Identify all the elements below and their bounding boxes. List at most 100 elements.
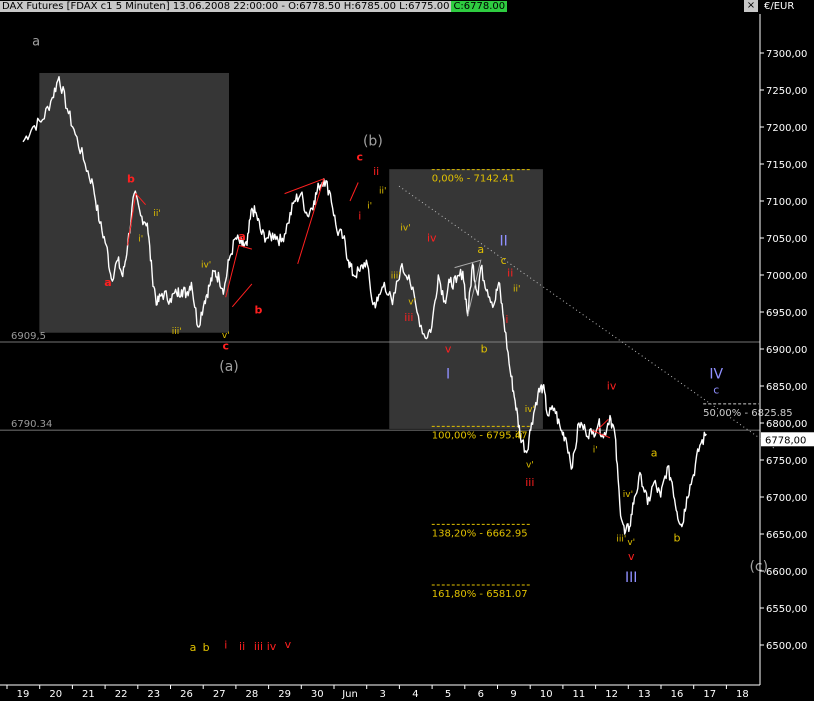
x-tick-label-3: 22 xyxy=(115,689,128,700)
wave-label-11: c xyxy=(222,340,229,353)
wave-label-19: iv' xyxy=(400,224,410,234)
wave-label-52: iii xyxy=(254,640,263,653)
wave-label-46: IV xyxy=(709,367,723,383)
y-tick-label-15: 6550,00 xyxy=(766,604,807,615)
wave-label-44: a xyxy=(651,446,658,459)
x-tick-label-13: 5 xyxy=(445,689,451,700)
wave-label-40: iii' xyxy=(616,534,626,544)
header-close-value: C:6778.00 xyxy=(451,1,508,12)
x-tick-label-8: 29 xyxy=(278,689,291,700)
x-tick-label-16: 10 xyxy=(540,689,553,700)
wave-label-32: i xyxy=(505,313,508,326)
y-tick-label-6: 7000,00 xyxy=(766,271,807,282)
y-tick-label-12: 6700,00 xyxy=(766,493,807,504)
level-label-0: 6909,5 xyxy=(11,331,46,342)
x-tick-label-0: 19 xyxy=(17,689,30,700)
wave-label-18: i xyxy=(358,210,361,223)
fib-label-1: 100,00% - 6795.47 xyxy=(432,430,528,441)
y-tick-label-5: 7050,00 xyxy=(766,234,807,245)
wave-label-31: ii' xyxy=(513,284,520,294)
x-tick-label-19: 13 xyxy=(638,689,651,700)
wave-label-17: i' xyxy=(367,201,372,211)
wave-label-33: iv' xyxy=(525,405,535,415)
y-tick-label-8: 6900,00 xyxy=(766,345,807,356)
wave-label-25: I xyxy=(446,367,450,383)
x-tick-label-11: 3 xyxy=(380,689,386,700)
wave-label-7: i' xyxy=(138,235,143,245)
fib-label-3: 161,80% - 6581.07 xyxy=(432,589,528,600)
y-tick-label-13: 6650,00 xyxy=(766,530,807,541)
x-tick-label-15: 9 xyxy=(510,689,516,700)
y-tick-label-10: 6800,00 xyxy=(766,419,807,430)
fib-label-2: 138,20% - 6662.95 xyxy=(432,528,528,539)
wave-label-30: ii xyxy=(507,266,513,279)
wave-label-43: III xyxy=(625,570,637,586)
wave-label-53: iv xyxy=(267,640,277,653)
wave-label-38: i' xyxy=(593,446,598,456)
x-tick-label-10: Jun xyxy=(341,689,358,700)
fib-label-4: 50,00% - 6825.85 xyxy=(703,408,792,419)
fib-label-0: 0,00% - 7142.41 xyxy=(432,174,515,185)
x-tick-label-20: 16 xyxy=(671,689,684,700)
y-tick-label-0: 7300,00 xyxy=(766,49,807,60)
y-tick-label-9: 6850,00 xyxy=(766,382,807,393)
y-tick-label-3: 7150,00 xyxy=(766,160,807,171)
y-tick-label-14: 6600,00 xyxy=(766,567,807,578)
y-tick-label-4: 7100,00 xyxy=(766,197,807,208)
wave-label-9: iv' xyxy=(201,261,211,271)
wave-label-54: v xyxy=(285,638,292,651)
wave-label-35: v' xyxy=(526,460,534,470)
wave-label-22: v' xyxy=(408,298,416,308)
wave-label-20: iv xyxy=(427,232,437,245)
wave-label-13: b xyxy=(255,303,263,316)
price-chart: 6909,5 6790.34 0,00% - 7142.41 100,00% - 6… xyxy=(0,0,814,701)
x-tick-label-4: 23 xyxy=(147,689,160,700)
x-tick-label-22: 18 xyxy=(736,689,749,700)
wave-label-47: c xyxy=(713,383,719,396)
wave-label-42: v xyxy=(628,550,635,563)
close-icon[interactable]: × xyxy=(744,0,758,12)
wave-label-14: c xyxy=(357,150,364,163)
wave-label-0: a xyxy=(32,35,40,50)
wave-label-49: b xyxy=(203,641,210,654)
wave-label-1: (b) xyxy=(363,134,383,150)
x-tick-label-12: 4 xyxy=(412,689,418,700)
level-label-1: 6790.34 xyxy=(11,419,52,430)
wave-label-21: iii' xyxy=(391,272,401,282)
wave-label-26: a xyxy=(477,243,484,256)
wave-label-39: iv' xyxy=(623,490,633,500)
x-tick-label-21: 17 xyxy=(703,689,716,700)
currency-unit: €/EUR xyxy=(764,1,795,12)
wave-label-48: a xyxy=(190,641,197,654)
last-price-label: 6778,00 xyxy=(765,435,806,446)
x-tick-label-18: 12 xyxy=(605,689,618,700)
wave-label-4: b xyxy=(127,173,135,186)
x-tick-label-5: 26 xyxy=(180,689,193,700)
wave-label-6: ii' xyxy=(153,209,160,219)
header-title: DAX Futures [FDAX c1 5 Minuten] 13.06.20… xyxy=(0,1,452,12)
wave-label-15: ii xyxy=(373,165,379,178)
x-tick-label-1: 20 xyxy=(49,689,62,700)
y-tick-label-2: 7200,00 xyxy=(766,123,807,134)
wave-label-27: b xyxy=(481,343,488,356)
wave-label-29: c xyxy=(501,254,507,267)
x-tick-label-7: 28 xyxy=(246,689,259,700)
wave-label-2: (a) xyxy=(219,359,239,375)
y-tick-label-16: 6500,00 xyxy=(766,641,807,652)
wave-label-37: iv xyxy=(607,380,617,393)
wave-label-36: iii xyxy=(525,476,534,489)
x-tick-label-17: 11 xyxy=(573,689,586,700)
x-tick-label-14: 6 xyxy=(478,689,484,700)
y-tick-label-11: 6750,00 xyxy=(766,456,807,467)
wave-label-45: b xyxy=(674,531,681,544)
wave-label-41: v' xyxy=(627,538,635,548)
x-tick-label-9: 30 xyxy=(311,689,324,700)
wave-label-24: v xyxy=(445,343,452,356)
wave-label-50: i xyxy=(224,639,227,652)
wave-label-51: ii xyxy=(239,640,245,653)
wave-label-12: a xyxy=(238,230,245,243)
x-tick-label-6: 27 xyxy=(213,689,226,700)
y-tick-label-7: 6950,00 xyxy=(766,308,807,319)
wave-label-34: iii' xyxy=(515,431,525,441)
wave-label-5: a xyxy=(104,276,111,289)
